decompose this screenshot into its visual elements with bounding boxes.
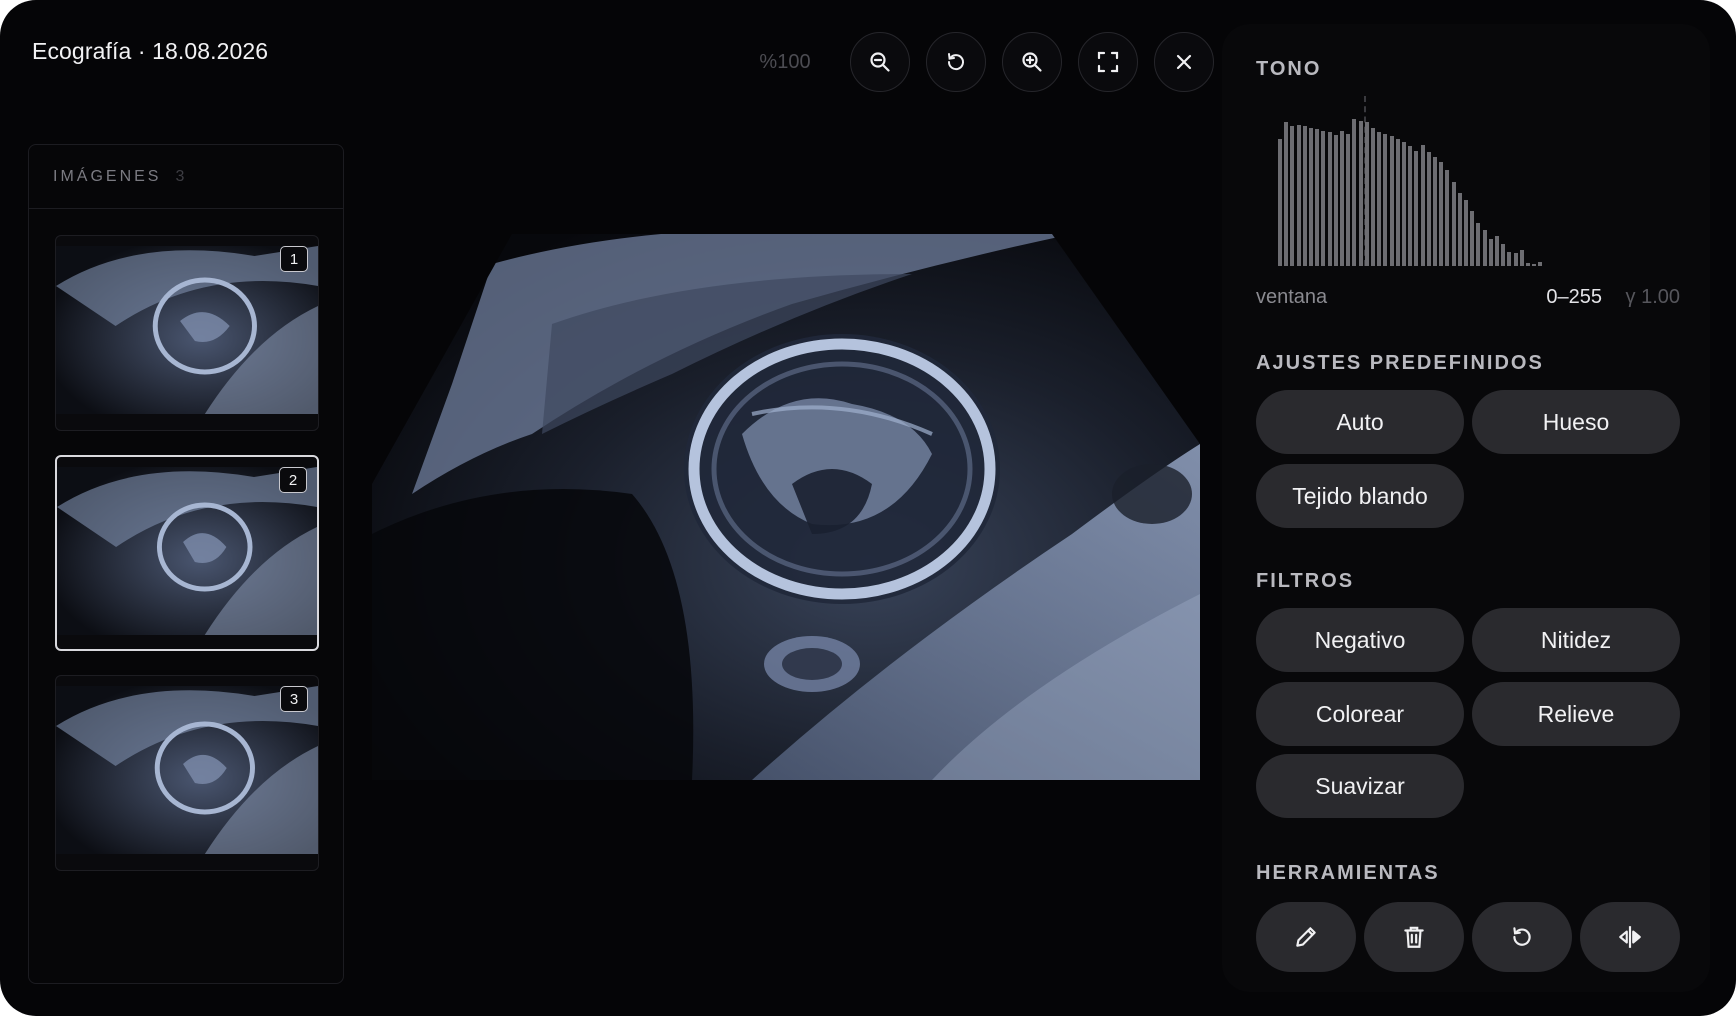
histogram-bar [1532,264,1537,266]
histogram-bar [1439,162,1444,266]
ultrasound-thumbnail-image [56,686,318,854]
filter-colorear-button[interactable]: Colorear [1256,682,1464,746]
delete-tool-button[interactable] [1364,902,1464,972]
histogram-bar [1340,130,1344,266]
images-header: IMÁGENES 3 [29,145,343,209]
histogram-bar [1302,126,1307,266]
zoom-in-icon [1022,52,1042,72]
histogram-bar [1346,133,1351,266]
rotate-button[interactable] [926,32,986,92]
histogram-bar [1507,251,1512,266]
flip-icon [1619,926,1641,948]
histogram-bar [1408,146,1413,266]
histogram-bar [1371,127,1375,266]
thumbnail-badge: 1 [280,246,308,272]
tone-title: TONO [1256,58,1322,80]
tools-row [1256,902,1688,972]
main-image-viewer[interactable] [372,234,1200,780]
histogram-bar [1433,156,1437,266]
close-icon [1176,54,1192,70]
window-label: ventana [1256,286,1328,308]
filter-negativo-button[interactable]: Negativo [1256,608,1464,672]
images-panel: IMÁGENES 3 1 2 3 [28,144,344,984]
histogram-bar [1352,119,1357,266]
histogram-bar [1278,139,1282,266]
trash-icon [1404,926,1424,948]
zoom-out-icon [870,52,890,72]
thumbnail-badge: 3 [280,686,308,712]
histogram-bar [1464,199,1468,266]
preset-auto-button[interactable]: Auto [1256,390,1464,454]
histogram-bar [1420,145,1425,266]
histogram-bar [1495,235,1499,266]
histogram-bar [1333,134,1338,266]
histogram-bar [1327,132,1332,266]
filters-title: FILTROS [1256,570,1355,592]
histogram-bar [1538,261,1543,266]
thumbnail-badge: 2 [279,467,307,493]
histogram-bar [1296,124,1301,266]
histogram-bar [1383,133,1388,266]
tools-title: HERRAMIENTAS [1256,862,1440,884]
adjustments-panel: TONO ventana 0–255 γ 1.00 AJUSTES PREDEF… [1222,24,1710,992]
histogram-bar [1526,263,1530,266]
histogram-bar [1377,132,1382,266]
histogram-bar [1513,253,1518,266]
close-button[interactable] [1154,32,1214,92]
fullscreen-icon [1097,51,1119,73]
histogram-bar [1476,222,1481,266]
page-title: Ecografía · 18.08.2026 [32,38,269,64]
histogram-bar [1488,238,1493,266]
ultrasound-thumbnail-image [57,467,317,635]
histogram-bar [1445,169,1450,266]
histogram-bar [1389,136,1394,266]
zoom-in-button[interactable] [1002,32,1062,92]
preset-tejido-blando-button[interactable]: Tejido blando [1256,464,1464,528]
histogram-bar [1315,129,1320,266]
filter-suavizar-button[interactable]: Suavizar [1256,754,1464,818]
pencil-icon [1296,927,1316,947]
histogram-bar [1426,152,1431,266]
thumbnail-2[interactable]: 2 [55,455,319,651]
histogram-bar [1309,127,1313,266]
rotate-icon [947,53,964,71]
histogram-bar [1358,120,1363,266]
histogram-bar [1402,142,1406,266]
flip-tool-button[interactable] [1580,902,1680,972]
histogram-bar [1470,211,1475,266]
window-row: ventana 0–255 γ 1.00 [1256,286,1680,309]
zoom-out-button[interactable] [850,32,910,92]
histogram-bar [1364,122,1369,266]
viewer-window: Ecografía · 18.08.2026 %100 IMÁGENES 3 1… [0,0,1736,1016]
window-range: 0–255 [1546,286,1602,308]
histogram-bar [1284,122,1289,266]
reset-tool-button[interactable] [1472,902,1572,972]
draw-tool-button[interactable] [1256,902,1356,972]
filter-relieve-button[interactable]: Relieve [1472,682,1680,746]
ultrasound-thumbnail-image [56,246,318,414]
top-toolbar: %100 [740,32,1214,92]
histogram-bar [1414,150,1419,266]
zoom-level: %100 [759,50,811,73]
thumbnail-3[interactable]: 3 [55,675,319,871]
tone-histogram [1278,96,1568,266]
presets-title: AJUSTES PREDEFINIDOS [1256,352,1544,374]
histogram-bar [1451,182,1456,266]
filter-nitidez-button[interactable]: Nitidez [1472,608,1680,672]
reset-icon [1513,927,1531,946]
gamma-value: γ 1.00 [1625,286,1680,308]
thumbnail-1[interactable]: 1 [55,235,319,431]
histogram-bar [1321,130,1326,266]
images-title: IMÁGENES [53,167,162,185]
preset-hueso-button[interactable]: Hueso [1472,390,1680,454]
histogram-bar [1290,126,1295,266]
ultrasound-image [372,234,1200,780]
histogram-bar [1482,230,1487,266]
images-count: 3 [175,167,186,185]
histogram-bar [1395,139,1400,266]
fullscreen-button[interactable] [1078,32,1138,92]
histogram-bar [1519,250,1524,266]
histogram-bar [1457,192,1462,266]
histogram-bar [1501,244,1506,266]
